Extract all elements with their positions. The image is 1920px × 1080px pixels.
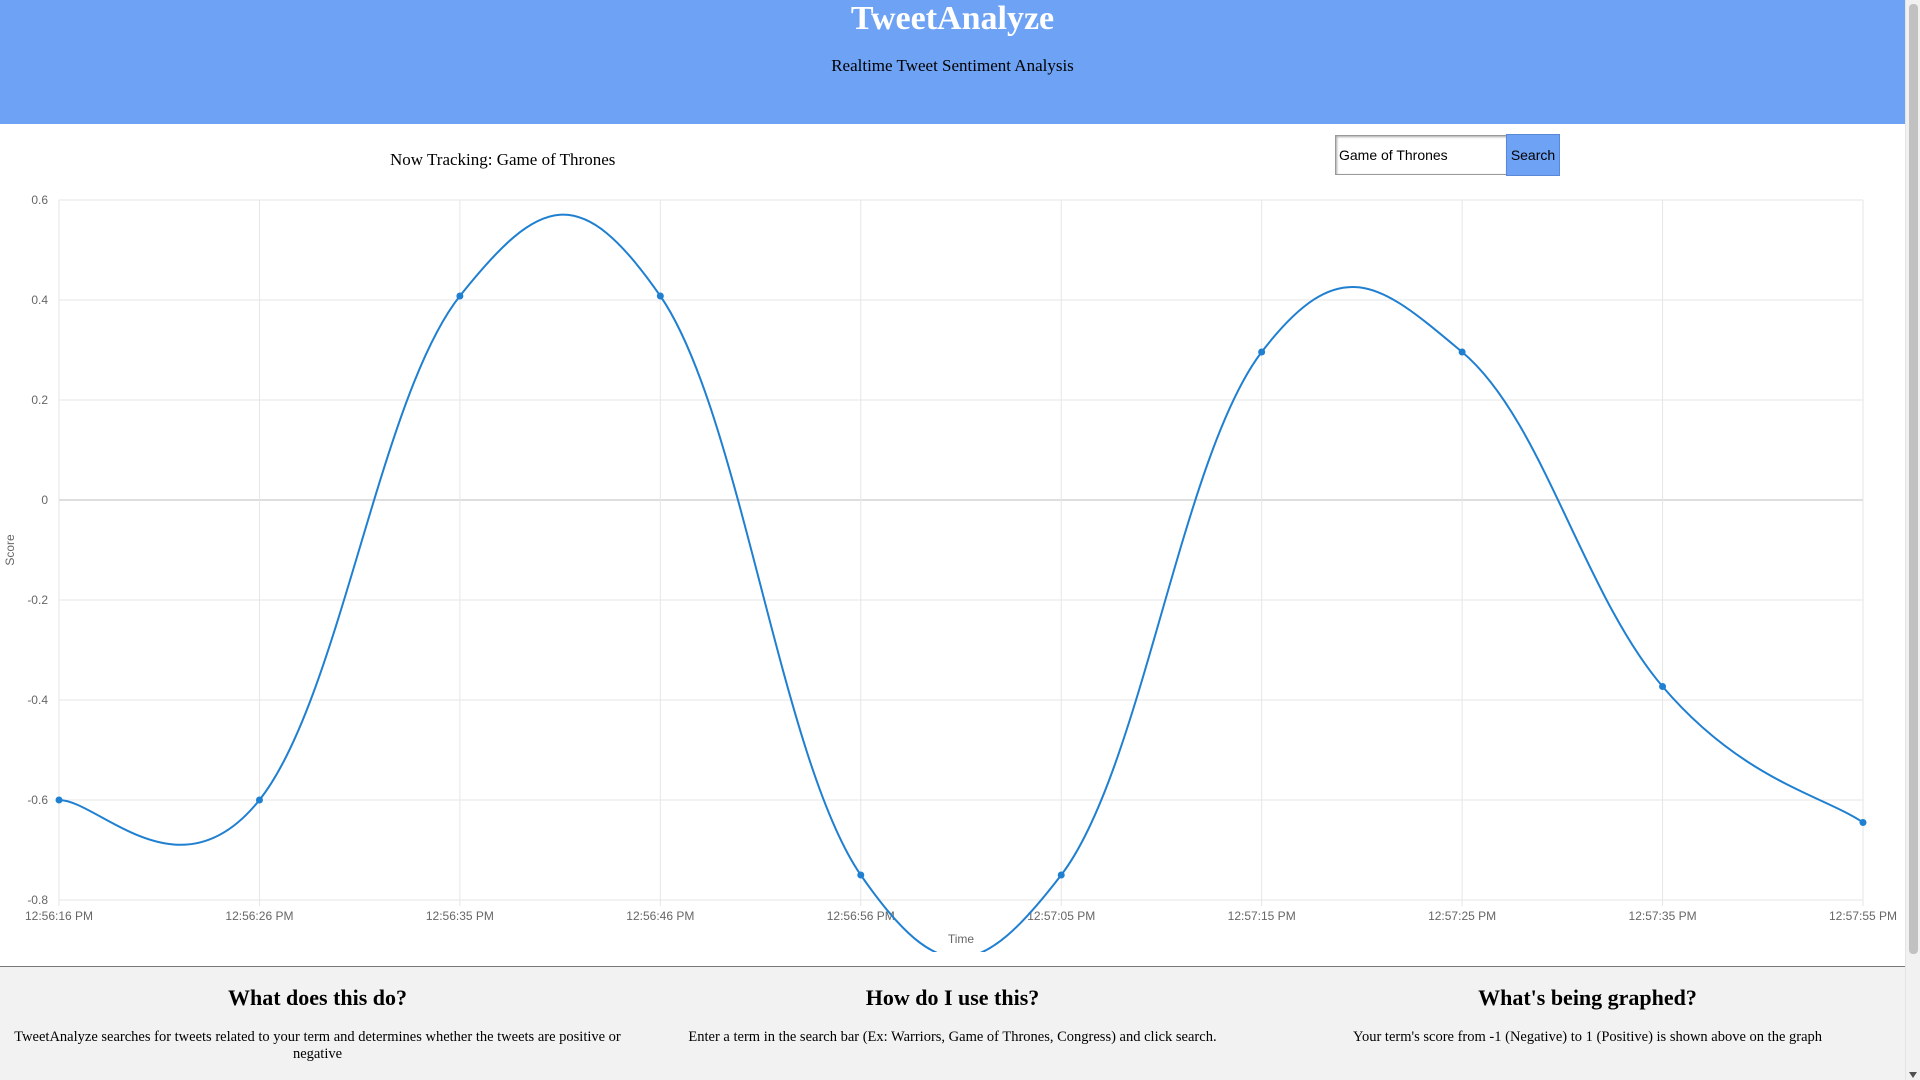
x-tick-label: 12:56:56 PM [827,909,895,923]
info-heading: What's being graphed? [1478,985,1697,1010]
data-point [55,796,63,804]
score-series-line [58,213,1864,952]
data-point [255,796,263,804]
data-point [857,871,865,879]
info-footer: What does this do? TweetAnalyze searches… [0,966,1905,1080]
y-axis-title: Score [3,534,17,566]
y-tick-label: -0.4 [27,693,48,707]
info-text: Your term's score from -1 (Negative) to … [1352,1029,1823,1045]
info-text: TweetAnalyze searches for tweets related… [14,1029,621,1062]
x-axis-title: Time [948,932,975,946]
x-tick-label: 12:56:16 PM [25,909,93,923]
app-header: TweetAnalyze Realtime Tweet Sentiment An… [0,0,1905,124]
y-tick-label: -0.6 [27,793,48,807]
y-tick-label: 0.6 [31,193,48,207]
x-tick-label: 12:57:35 PM [1629,909,1697,923]
info-how-do-i-use: How do I use this? Enter a term in the s… [635,967,1270,1046]
y-tick-label: 0.4 [31,293,48,307]
y-tick-label: 0 [41,493,48,507]
now-tracking-label: Now Tracking: Game of Thrones [390,150,616,169]
x-tick-label: 12:57:15 PM [1228,909,1296,923]
data-point [1659,683,1667,690]
x-tick-label: 12:56:35 PM [426,909,494,923]
info-heading: What does this do? [227,985,408,1010]
data-point [1458,348,1466,356]
info-text: Enter a term in the search bar (Ex: Warr… [688,1029,1217,1045]
data-point [1057,871,1065,879]
app-subtitle: Realtime Tweet Sentiment Analysis [831,56,1074,75]
search-input[interactable] [1335,135,1506,175]
data-point [456,292,464,300]
info-what-does-this-do: What does this do? TweetAnalyze searches… [0,967,635,1063]
scrollbar-thumb[interactable] [1909,4,1918,954]
data-point [1258,348,1266,356]
sentiment-line-chart: 0.6 0.4 0.2 0 -0.2 -0.4 -0.6 -0.8 12:56:16 PM 12:… [3,193,1897,952]
scroll-down-arrow-icon[interactable] [1909,1072,1917,1078]
info-heading: How do I use this? [865,985,1040,1010]
info-whats-being-graphed: What's being graphed? Your term's score … [1270,967,1905,1046]
y-tick-label: -0.2 [27,593,48,607]
search-button[interactable]: Search [1506,134,1560,176]
x-tick-label: 12:57:05 PM [1027,909,1095,923]
x-tick-label: 12:56:46 PM [626,909,694,923]
vertical-scrollbar[interactable] [1905,0,1920,1080]
y-tick-label: 0.2 [31,393,48,407]
x-tick-label: 12:57:55 PM [1829,909,1897,923]
x-tick-label: 12:56:26 PM [225,909,293,923]
app-title: TweetAnalyze [850,0,1055,37]
y-tick-label: -0.8 [27,893,48,907]
data-point [656,292,664,300]
x-tick-label: 12:57:25 PM [1428,909,1496,923]
data-point [1859,819,1867,826]
